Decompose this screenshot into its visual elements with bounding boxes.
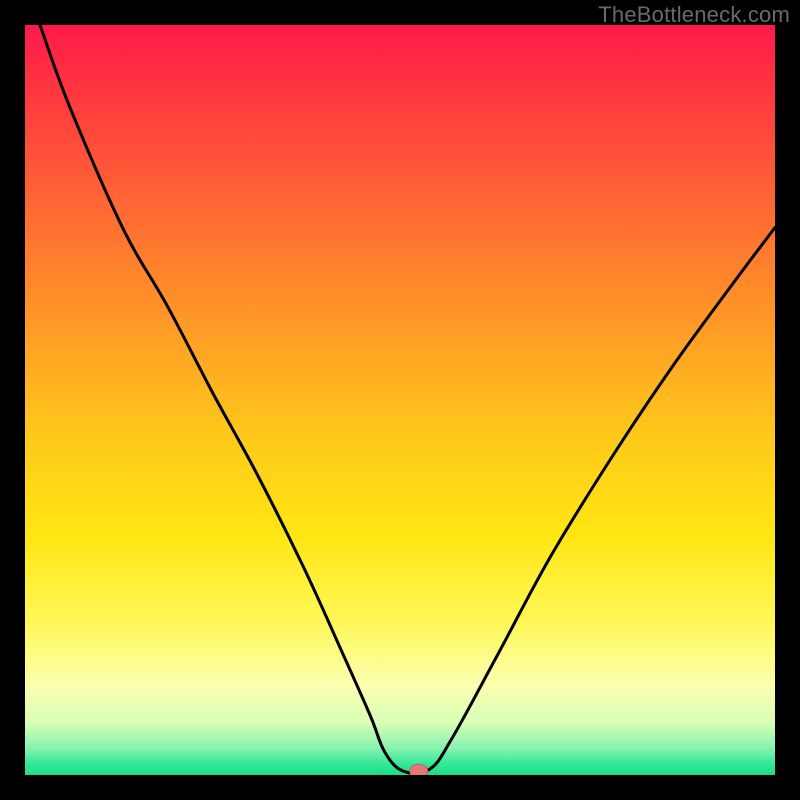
chart-frame: TheBottleneck.com xyxy=(0,0,800,800)
optimal-point-marker xyxy=(410,764,428,775)
gradient-background xyxy=(25,25,775,775)
chart-svg xyxy=(25,25,775,775)
plot-area xyxy=(25,25,775,775)
watermark-text: TheBottleneck.com xyxy=(598,2,790,28)
